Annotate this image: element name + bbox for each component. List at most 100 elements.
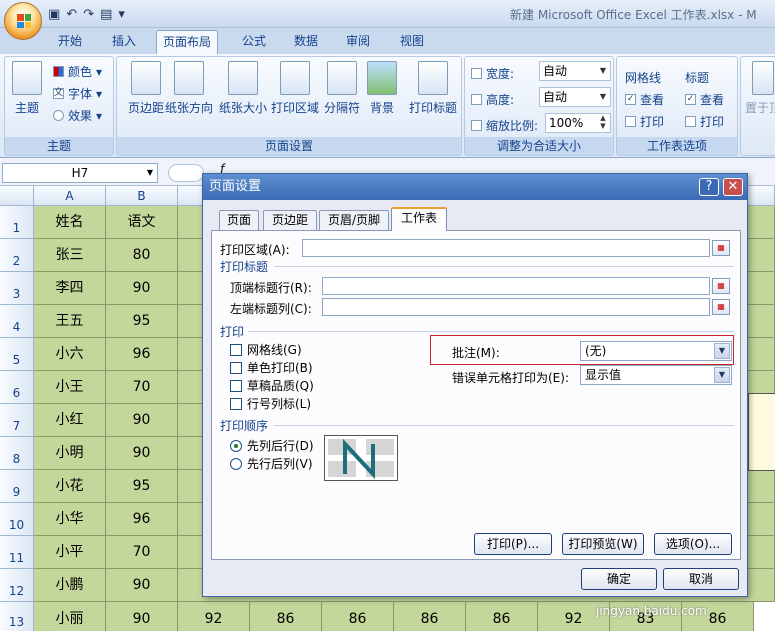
table-cell[interactable]: 70 [106, 536, 178, 569]
table-cell[interactable]: 96 [106, 503, 178, 536]
table-cell[interactable]: 姓名 [34, 206, 106, 239]
tab-home[interactable]: 开始 [52, 30, 88, 54]
gridlines-checkbox[interactable]: 网格线(G) [230, 341, 302, 358]
table-cell[interactable]: 张三 [34, 239, 106, 272]
row-header[interactable]: 13 [0, 602, 34, 631]
save-icon[interactable]: ▣ [48, 7, 60, 22]
row-header[interactable]: 7 [0, 404, 34, 437]
print-area-button[interactable]: 打印区域 [269, 61, 321, 116]
range-picker-icon[interactable]: ▦ [712, 240, 730, 256]
table-cell[interactable]: 小花 [34, 470, 106, 503]
range-picker-icon[interactable]: ▦ [712, 299, 730, 315]
table-cell[interactable]: 95 [106, 470, 178, 503]
options-button[interactable]: 选项(O)... [654, 533, 732, 555]
height-combo[interactable]: 自动 ▼ [539, 87, 611, 107]
table-cell[interactable]: 90 [106, 602, 178, 631]
orientation-button[interactable]: 纸张方向 [163, 61, 215, 116]
tab-page-layout[interactable]: 页面布局 [156, 30, 219, 54]
table-cell[interactable]: 小华 [34, 503, 106, 536]
headings-print-checkbox[interactable]: 打印 [685, 113, 724, 130]
theme-fonts-button[interactable]: 文 字体 ▾ [53, 85, 102, 102]
tab-sheet[interactable]: 工作表 [391, 207, 447, 231]
over-then-down-radio[interactable]: 先行后列(V) [230, 455, 313, 472]
background-button[interactable]: 背景 [361, 61, 403, 116]
row-header[interactable]: 8 [0, 437, 34, 470]
row-header[interactable]: 12 [0, 569, 34, 602]
row-header[interactable]: 3 [0, 272, 34, 305]
gridlines-view-checkbox[interactable]: ✓ 查看 [625, 91, 664, 108]
size-button[interactable]: 纸张大小 [217, 61, 269, 116]
table-cell[interactable]: 王五 [34, 305, 106, 338]
table-cell[interactable]: 小鹏 [34, 569, 106, 602]
table-cell[interactable]: 90 [106, 437, 178, 470]
tab-margins[interactable]: 页边距 [263, 210, 317, 230]
row-header[interactable]: 6 [0, 371, 34, 404]
row-header[interactable]: 2 [0, 239, 34, 272]
down-then-over-radio[interactable]: 先列后行(D) [230, 437, 314, 454]
print-preview-button[interactable]: 打印预览(W) [562, 533, 644, 555]
table-cell[interactable]: 语文 [106, 206, 178, 239]
headings-view-checkbox[interactable]: ✓ 查看 [685, 91, 724, 108]
tab-header-footer[interactable]: 页眉/页脚 [319, 210, 389, 230]
tab-formulas[interactable]: 公式 [236, 30, 272, 54]
table-cell[interactable]: 70 [106, 371, 178, 404]
width-combo[interactable]: 自动 ▼ [539, 61, 611, 81]
row-header[interactable]: 5 [0, 338, 34, 371]
table-cell[interactable]: 小丽 [34, 602, 106, 631]
select-all-corner[interactable] [0, 186, 34, 206]
undo-icon[interactable]: ↶ [66, 7, 77, 22]
table-cell[interactable]: 80 [106, 239, 178, 272]
row-header[interactable]: 11 [0, 536, 34, 569]
cancel-button[interactable]: 取消 [663, 568, 739, 590]
table-cell[interactable]: 小六 [34, 338, 106, 371]
table-cell[interactable]: 小明 [34, 437, 106, 470]
theme-button[interactable]: 主题 [7, 61, 47, 116]
print-titles-button[interactable]: 打印标题 [405, 61, 461, 116]
row-header[interactable]: 9 [0, 470, 34, 503]
black-white-checkbox[interactable]: 单色打印(B) [230, 359, 313, 376]
breaks-button[interactable]: 分隔符 [321, 61, 363, 116]
office-button[interactable] [4, 2, 42, 40]
table-cell[interactable]: 86 [250, 602, 322, 631]
table-cell[interactable]: 90 [106, 569, 178, 602]
left-cols-input[interactable] [322, 298, 710, 316]
name-box[interactable]: H7 ▼ [2, 163, 158, 183]
tab-page[interactable]: 页面 [219, 210, 259, 230]
print-preview-icon[interactable]: ▤ [100, 7, 112, 22]
table-cell[interactable]: 86 [322, 602, 394, 631]
draft-quality-checkbox[interactable]: 草稿品质(Q) [230, 377, 314, 394]
tab-data[interactable]: 数据 [288, 30, 324, 54]
print-area-input[interactable] [302, 239, 710, 257]
print-button[interactable]: 打印(P)... [474, 533, 552, 555]
row-col-headings-checkbox[interactable]: 行号列标(L) [230, 395, 311, 412]
tab-insert[interactable]: 插入 [106, 30, 142, 54]
top-rows-input[interactable] [322, 277, 710, 295]
table-cell[interactable]: 86 [394, 602, 466, 631]
range-picker-icon[interactable]: ▦ [712, 278, 730, 294]
theme-colors-button[interactable]: 颜色 ▾ [53, 63, 102, 80]
gridlines-print-checkbox[interactable]: 打印 [625, 113, 664, 130]
row-header[interactable]: 4 [0, 305, 34, 338]
scale-spinner[interactable]: 100% ▲ ▼ [545, 113, 611, 133]
table-cell[interactable]: 小红 [34, 404, 106, 437]
cell-errors-select[interactable]: 显示值 ▼ [580, 365, 732, 385]
table-cell[interactable]: 小王 [34, 371, 106, 404]
table-cell[interactable]: 86 [466, 602, 538, 631]
bring-to-front-button[interactable]: 置于顶 [743, 61, 775, 116]
table-cell[interactable]: 92 [178, 602, 250, 631]
column-header-b[interactable]: B [106, 186, 178, 206]
theme-effects-button[interactable]: 效果 ▾ [53, 107, 102, 124]
column-header-a[interactable]: A [34, 186, 106, 206]
table-cell[interactable]: 小平 [34, 536, 106, 569]
close-button[interactable]: ✕ [723, 178, 743, 196]
table-cell[interactable]: 李四 [34, 272, 106, 305]
customize-icon[interactable]: ▾ [118, 7, 125, 22]
redo-icon[interactable]: ↷ [83, 7, 94, 22]
row-header[interactable]: 10 [0, 503, 34, 536]
tab-review[interactable]: 审阅 [340, 30, 376, 54]
table-cell[interactable]: 90 [106, 404, 178, 437]
table-cell[interactable]: 95 [106, 305, 178, 338]
ok-button[interactable]: 确定 [581, 568, 657, 590]
help-button[interactable]: ? [699, 178, 719, 196]
table-cell[interactable]: 96 [106, 338, 178, 371]
